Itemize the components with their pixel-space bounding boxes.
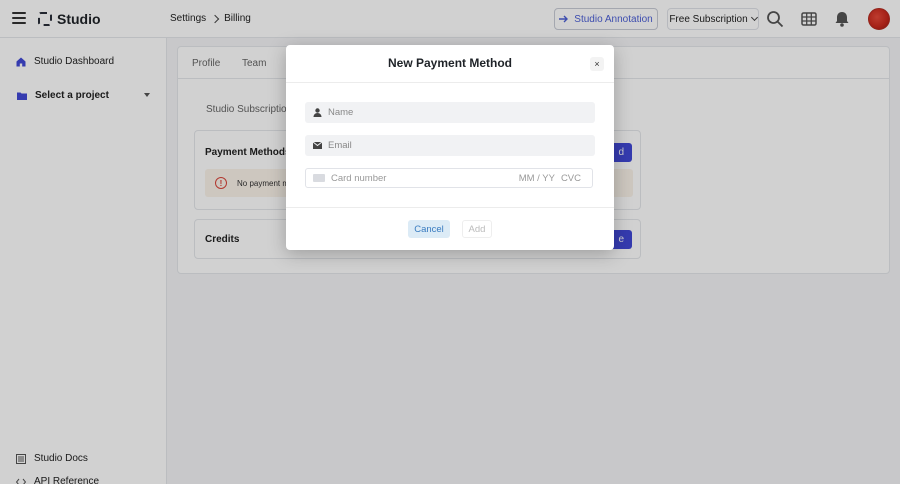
card-number-placeholder: Card number [331,172,387,184]
modal-title: New Payment Method [387,56,513,70]
mail-icon [313,142,322,149]
name-placeholder: Name [328,107,354,118]
modal-divider [286,207,614,208]
user-icon [313,108,322,117]
email-placeholder: Email [328,140,352,151]
new-payment-method-modal: New Payment Method × Name Email Card num… [286,45,614,250]
cancel-button[interactable]: Cancel [408,220,450,238]
expiry-placeholder[interactable]: MM / YY [519,173,555,184]
modal-header: New Payment Method × [286,45,614,83]
close-icon[interactable]: × [590,57,604,71]
add-button[interactable]: Add [462,220,492,238]
card-number-field[interactable]: Card number MM / YY CVC [305,168,593,188]
cvc-placeholder[interactable]: CVC [561,173,581,184]
credit-card-icon [313,174,325,182]
name-field[interactable]: Name [305,102,595,123]
email-field[interactable]: Email [305,135,595,156]
